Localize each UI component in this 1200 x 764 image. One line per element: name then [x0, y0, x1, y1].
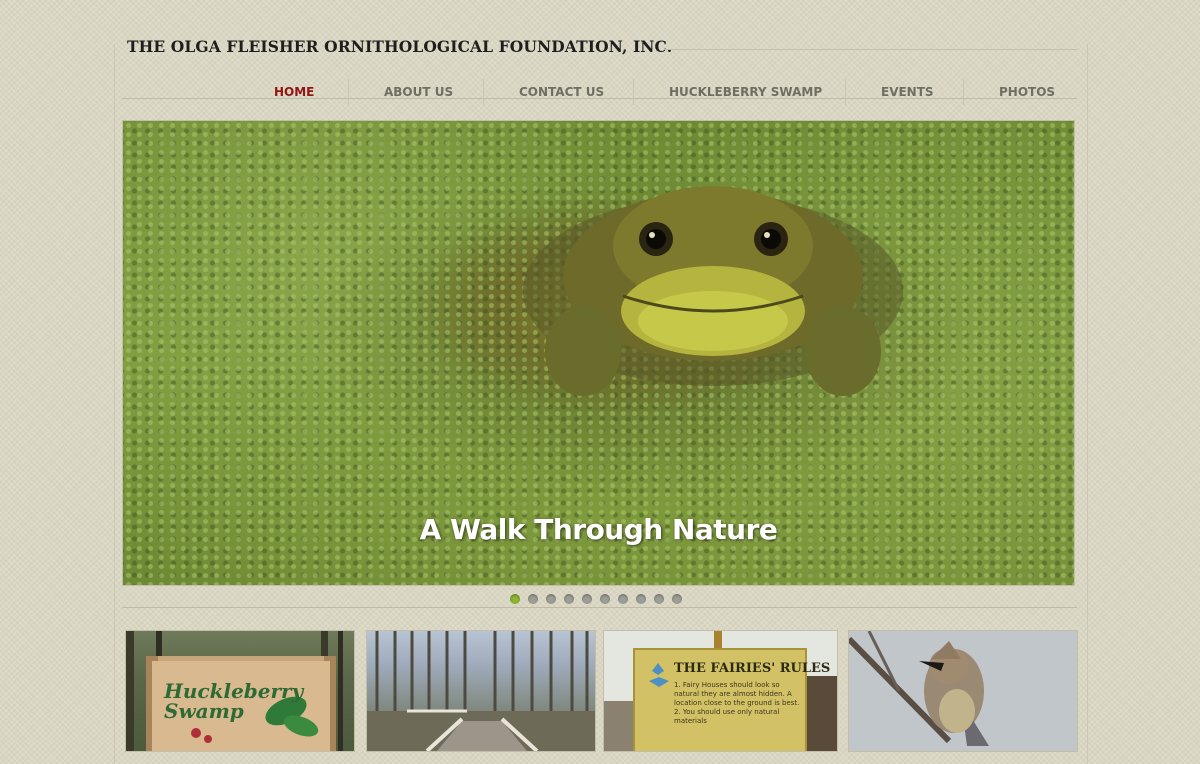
nav-separator — [483, 79, 484, 105]
site-title: THE OLGA FLEISHER ORNITHOLOGICAL FOUNDAT… — [127, 37, 673, 56]
slide-dot-2[interactable] — [528, 594, 538, 604]
nav-about-us[interactable]: ABOUT US — [384, 79, 453, 105]
thumbnail-cedar-waxwing[interactable] — [848, 630, 1078, 752]
slide-dot-3[interactable] — [546, 594, 556, 604]
sign-text: Huckleberry Swamp — [164, 679, 304, 723]
fairies-rules-text: 1. Fairy Houses should look so natural t… — [674, 681, 800, 725]
slide-dot-7[interactable] — [618, 594, 628, 604]
frog-image — [523, 186, 903, 396]
hero-slideshow[interactable]: A Walk Through Nature — [122, 120, 1075, 586]
nav-huckleberry-swamp[interactable]: HUCKLEBERRY SWAMP — [669, 79, 822, 105]
fairies-rules-title: THE FAIRIES' RULES — [674, 661, 831, 676]
slide-dot-9[interactable] — [654, 594, 664, 604]
slide-dot-1[interactable] — [510, 594, 520, 604]
slide-dot-6[interactable] — [600, 594, 610, 604]
waxwing-image — [849, 631, 1077, 751]
slide-dot-5[interactable] — [582, 594, 592, 604]
nav-contact-us[interactable]: CONTACT US — [519, 79, 604, 105]
slide-dot-4[interactable] — [564, 594, 574, 604]
nav-separator — [633, 79, 634, 105]
hero-caption: A Walk Through Nature — [419, 513, 778, 546]
thumbnail-fairies-rules[interactable]: THE FAIRIES' RULES 1. Fairy Houses shoul… — [603, 630, 838, 752]
boardwalk-image — [367, 631, 595, 751]
thumbnail-boardwalk[interactable] — [366, 630, 596, 752]
nav-home[interactable]: HOME — [274, 79, 314, 105]
nav-separator — [845, 79, 846, 105]
nav-photos[interactable]: PHOTOS — [999, 79, 1055, 105]
slide-dot-8[interactable] — [636, 594, 646, 604]
title-divider — [664, 49, 1077, 50]
content-divider — [122, 607, 1077, 608]
thumbnail-huckleberry-sign[interactable]: Huckleberry Swamp — [125, 630, 355, 752]
nav-separator — [348, 79, 349, 105]
slide-dot-10[interactable] — [672, 594, 682, 604]
nav-separator — [963, 79, 964, 105]
nav-events[interactable]: EVENTS — [881, 79, 934, 105]
